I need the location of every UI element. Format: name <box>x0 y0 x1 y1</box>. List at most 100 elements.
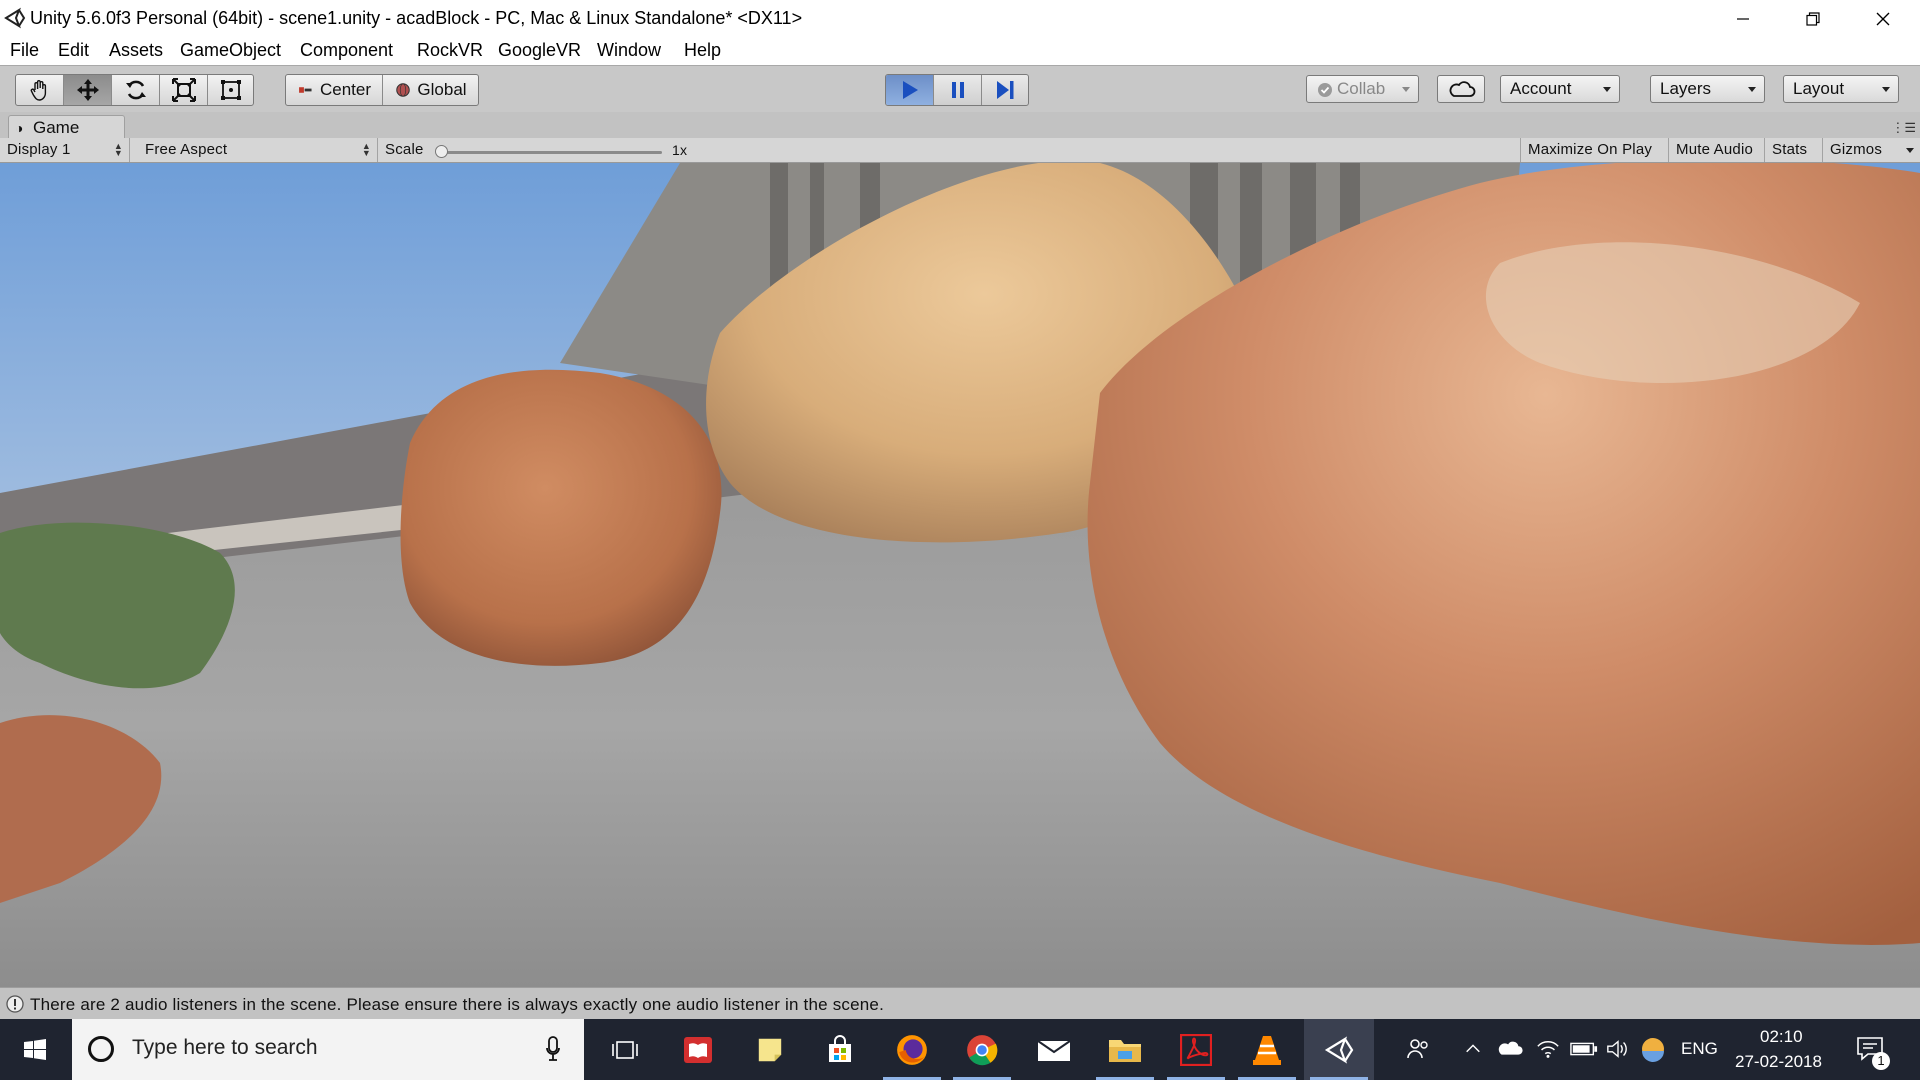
game-toolbar: Display 1 ▲ ▼ Free Aspect ▲ ▼ Scale 1x Max… <box>0 138 1920 163</box>
updown-icon: ▲ ▼ <box>113 141 123 158</box>
acrobat-icon <box>1180 1033 1212 1066</box>
scale-slider-thumb[interactable] <box>435 145 448 158</box>
rect-tool-icon <box>220 80 241 100</box>
menu-window[interactable]: Window <box>597 40 661 61</box>
taskbar-app-firefox[interactable] <box>877 1019 947 1080</box>
move-tool-icon <box>76 79 99 101</box>
search-placeholder: Type here to search <box>132 1036 318 1059</box>
microphone-icon[interactable] <box>546 1035 560 1063</box>
menu-googlevr[interactable]: GoogleVR <box>498 40 581 61</box>
onedrive-icon[interactable] <box>1496 1039 1524 1059</box>
file-explorer-icon <box>1109 1039 1141 1062</box>
task-view-button[interactable] <box>590 1019 660 1080</box>
vlc-icon <box>1253 1035 1281 1065</box>
move-tool-button[interactable] <box>64 75 112 105</box>
taskbar-app-acrobat[interactable] <box>1161 1019 1231 1080</box>
mute-audio-toggle[interactable]: Mute Audio <box>1669 138 1765 162</box>
menu-assets[interactable]: Assets <box>109 40 163 61</box>
status-message[interactable]: There are 2 audio listeners in the scene… <box>30 995 884 1015</box>
rotate-tool-button[interactable] <box>112 75 160 105</box>
people-icon[interactable] <box>1406 1036 1432 1062</box>
notification-count-badge: 1 <box>1872 1052 1890 1070</box>
panel-menu-icon[interactable]: ⋮☰ <box>1891 120 1916 136</box>
layout-dropdown[interactable]: Layout <box>1783 75 1899 103</box>
taskbar-search[interactable]: Type here to search <box>72 1019 584 1080</box>
aspect-label: Free Aspect <box>145 141 228 158</box>
pivot-center-button[interactable]: Center <box>286 75 383 105</box>
scale-slider-track[interactable] <box>440 151 662 154</box>
step-button[interactable] <box>982 75 1028 105</box>
start-button[interactable] <box>0 1019 70 1080</box>
account-caret-icon <box>1603 87 1611 92</box>
play-button[interactable] <box>886 75 934 105</box>
game-panel-header: ◑ Game ⋮☰ <box>0 112 1920 139</box>
stats-toggle[interactable]: Stats <box>1765 138 1823 162</box>
scale-tool-icon <box>171 78 196 102</box>
tab-game[interactable]: ◑ Game <box>8 115 125 139</box>
minimize-button[interactable] <box>1708 0 1778 37</box>
gizmos-dropdown[interactable]: Gizmos <box>1823 138 1920 162</box>
cloud-button[interactable] <box>1437 75 1485 103</box>
scale-value: 1x <box>672 142 688 158</box>
cortana-icon <box>88 1036 114 1062</box>
clock-date[interactable]: 27-02-2018 <box>1735 1052 1822 1072</box>
scene-render <box>0 163 1920 987</box>
unity-logo-icon <box>4 7 26 29</box>
menu-file[interactable]: File <box>10 40 39 61</box>
chevron-up-icon[interactable] <box>1464 1040 1482 1058</box>
collab-dropdown[interactable]: Collab <box>1306 75 1419 103</box>
menu-help[interactable]: Help <box>684 40 721 61</box>
layers-caret-icon <box>1748 87 1756 92</box>
play-controls <box>885 74 1029 106</box>
pivot-center-label: Center <box>319 80 372 99</box>
chrome-icon <box>967 1034 998 1065</box>
taskbar-app-unity[interactable] <box>1304 1019 1374 1080</box>
maximize-on-play-toggle[interactable]: Maximize On Play <box>1520 138 1669 162</box>
firefox-icon <box>897 1034 927 1065</box>
title-bar: Unity 5.6.0f3 Personal (64bit) - scene1.… <box>0 0 1920 37</box>
close-icon <box>1876 12 1890 25</box>
transform-tools <box>15 74 254 106</box>
check-icon <box>1318 83 1332 97</box>
weather-orb-icon[interactable] <box>1640 1036 1666 1062</box>
layers-dropdown[interactable]: Layers <box>1650 75 1765 103</box>
restore-button[interactable] <box>1778 0 1848 37</box>
account-dropdown[interactable]: Account <box>1500 75 1620 103</box>
taskbar: Type here to search ENG 02:10 27-02-2018 <box>0 1019 1920 1080</box>
sticky-notes-icon <box>758 1038 782 1061</box>
taskbar-app-vlc[interactable] <box>1232 1019 1302 1080</box>
collab-caret-icon <box>1402 87 1410 92</box>
menu-rockvr[interactable]: RockVR <box>417 40 483 61</box>
taskbar-app-chrome[interactable] <box>947 1019 1017 1080</box>
taskbar-app-mail[interactable] <box>1019 1019 1089 1080</box>
close-button[interactable] <box>1848 0 1918 37</box>
pivot-global-button[interactable]: Global <box>383 75 478 105</box>
main-toolbar: Center Global Collab Account Layers Layo… <box>0 65 1920 113</box>
pacman-icon: ◑ <box>15 120 24 136</box>
taskbar-app-reader[interactable] <box>663 1019 733 1080</box>
layers-label: Layers <box>1660 79 1712 98</box>
layout-caret-icon <box>1882 87 1890 92</box>
battery-icon[interactable] <box>1570 1041 1598 1057</box>
display-select[interactable]: Display 1 ▲ ▼ <box>0 138 130 162</box>
taskbar-app-store[interactable] <box>805 1019 875 1080</box>
wifi-icon[interactable] <box>1536 1038 1560 1060</box>
language-indicator[interactable]: ENG <box>1681 1039 1718 1059</box>
menu-edit[interactable]: Edit <box>58 40 89 61</box>
display-label: Display 1 <box>7 141 71 158</box>
menu-component[interactable]: Component <box>300 40 393 61</box>
taskbar-app-file-explorer[interactable] <box>1090 1019 1160 1080</box>
rect-tool-button[interactable] <box>208 75 253 105</box>
scale-tool-button[interactable] <box>160 75 208 105</box>
pause-button[interactable] <box>934 75 982 105</box>
tab-game-label: Game <box>33 118 80 137</box>
gizmos-caret-icon <box>1906 148 1914 153</box>
taskbar-app-sticky-notes[interactable] <box>735 1019 805 1080</box>
volume-icon[interactable] <box>1606 1038 1630 1060</box>
game-view[interactable] <box>0 163 1920 987</box>
menu-gameobject[interactable]: GameObject <box>180 40 281 61</box>
clock-time[interactable]: 02:10 <box>1760 1027 1803 1047</box>
pivot-center-icon <box>299 87 312 93</box>
aspect-select[interactable]: Free Aspect ▲ ▼ <box>138 138 378 162</box>
hand-tool-button[interactable] <box>16 75 64 105</box>
